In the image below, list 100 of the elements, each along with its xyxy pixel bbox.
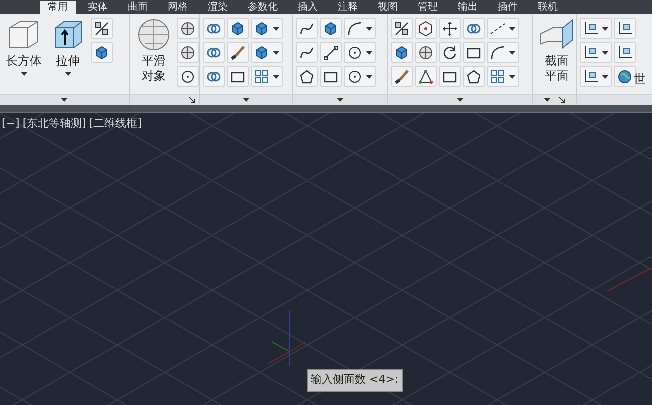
dropdown-caret-icon	[20, 72, 28, 76]
arc-icon	[347, 20, 363, 36]
ribbon-tab[interactable]: 渲染	[200, 1, 236, 14]
tool-dropdown-button[interactable]	[580, 18, 612, 39]
ribbon-tab[interactable]: 参数化	[240, 1, 286, 14]
ribbon-tab[interactable]: 插入	[290, 1, 326, 14]
dashed-line-icon	[490, 20, 506, 36]
dropdown-caret-icon	[273, 26, 280, 30]
globe-icon	[617, 68, 633, 84]
tool-dropdown-button[interactable]	[344, 66, 376, 87]
tool-button[interactable]	[320, 42, 342, 63]
tool-button[interactable]	[463, 42, 485, 63]
tool-button[interactable]	[227, 42, 249, 63]
world-label: 世	[634, 71, 646, 88]
dropdown-caret-icon	[366, 74, 373, 78]
tool-button[interactable]	[439, 42, 461, 63]
tool-label: 截面平面	[544, 54, 570, 84]
ribbon-tab[interactable]: 视图	[370, 1, 406, 14]
caret-icon	[336, 98, 344, 102]
ribbon-tab[interactable]: 联机	[530, 1, 566, 14]
dropdown-caret-icon	[509, 50, 516, 54]
tool-button[interactable]	[415, 18, 437, 39]
dropdown-caret-icon	[366, 26, 373, 30]
tool-button[interactable]	[439, 18, 461, 39]
cube-icon	[230, 20, 246, 36]
circle-icon	[180, 68, 196, 84]
ribbon-tab[interactable]: 输出	[450, 1, 486, 14]
ribbon-tab[interactable]: 常用	[40, 1, 76, 14]
panel-footer[interactable]	[533, 94, 576, 105]
pentagon-icon	[466, 68, 482, 84]
tool-dropdown-button[interactable]	[251, 42, 283, 63]
ucs-icon	[583, 68, 599, 84]
dropdown-caret-icon	[64, 72, 72, 76]
tool-button[interactable]	[391, 42, 413, 63]
extrude-icon	[56, 22, 82, 48]
tool-label: 长方体	[6, 54, 42, 69]
tool-dropdown-button[interactable]	[487, 42, 519, 63]
tool-button[interactable]	[296, 66, 318, 87]
circle-icon	[347, 68, 363, 84]
split-icon	[94, 20, 110, 36]
tool-button[interactable]	[91, 42, 113, 63]
tool-dropdown-button[interactable]	[251, 18, 283, 39]
viewport-control-label[interactable]: [二维线框]	[89, 117, 142, 130]
cube-icon	[323, 20, 339, 36]
tool-button[interactable]	[415, 42, 437, 63]
tool-button[interactable]	[614, 66, 636, 87]
tool-button[interactable]	[415, 66, 437, 87]
ribbon-tab[interactable]: 插件	[490, 1, 526, 14]
caret-icon	[544, 98, 551, 102]
launcher-icon	[189, 97, 195, 103]
large-tool-button[interactable]: 截面平面	[536, 14, 576, 94]
tool-dropdown-button[interactable]	[344, 42, 376, 63]
tool-button[interactable]	[439, 66, 461, 87]
tool-dropdown-button[interactable]	[580, 42, 612, 63]
dropdown-caret-icon	[273, 74, 280, 78]
grid-icon	[254, 68, 270, 84]
tool-button[interactable]	[177, 42, 199, 63]
gizmo-icon	[418, 20, 434, 36]
tool-button[interactable]	[614, 18, 636, 39]
dropdown-caret-icon	[602, 50, 609, 54]
brush-icon	[394, 68, 410, 84]
ribbon-tab[interactable]: 网格	[160, 1, 196, 14]
tool-button[interactable]	[391, 18, 413, 39]
tool-button[interactable]	[177, 66, 199, 87]
dropdown-caret-icon	[509, 26, 516, 30]
viewport-control-label[interactable]: [−]	[2, 117, 20, 130]
tool-label: 拉伸	[56, 54, 80, 69]
tool-button[interactable]	[296, 18, 318, 39]
tool-dropdown-button[interactable]	[580, 66, 612, 87]
cube-icon	[394, 44, 410, 60]
large-tool-button[interactable]: 平滑对象	[133, 14, 175, 94]
large-tool-button[interactable]: 长方体	[3, 14, 45, 94]
dropdown-caret-icon	[509, 74, 516, 78]
tool-button[interactable]	[227, 18, 249, 39]
tool-button[interactable]	[296, 42, 318, 63]
tool-button[interactable]	[320, 66, 342, 87]
tool-button[interactable]	[320, 18, 342, 39]
ribbon-tab[interactable]: 曲面	[120, 1, 156, 14]
split-icon	[394, 20, 410, 36]
tool-dropdown-button[interactable]	[487, 18, 519, 39]
tool-button[interactable]	[463, 66, 485, 87]
cube-icon	[254, 44, 270, 60]
tool-button[interactable]	[614, 42, 636, 63]
large-tool-button[interactable]: 拉伸	[47, 14, 89, 94]
viewport-control-label[interactable]: [东北等轴测]	[22, 117, 86, 130]
sphere-icon	[138, 20, 170, 50]
tool-label: 平滑对象	[141, 54, 167, 84]
tool-button[interactable]	[91, 18, 113, 39]
ucs-icon	[617, 44, 633, 60]
ribbon-tab[interactable]: 管理	[410, 1, 446, 14]
tool-dropdown-button[interactable]	[344, 18, 376, 39]
tool-button[interactable]	[391, 66, 413, 87]
ribbon-tab[interactable]: 注释	[330, 1, 366, 14]
ribbon-tab[interactable]: 实体	[80, 1, 116, 14]
sphere-icon	[418, 44, 434, 60]
section-plane-icon	[540, 18, 574, 50]
tool-button[interactable]	[177, 18, 199, 39]
tool-button[interactable]	[227, 66, 249, 87]
line-icon	[323, 44, 339, 60]
dropdown-caret-icon	[366, 50, 373, 54]
